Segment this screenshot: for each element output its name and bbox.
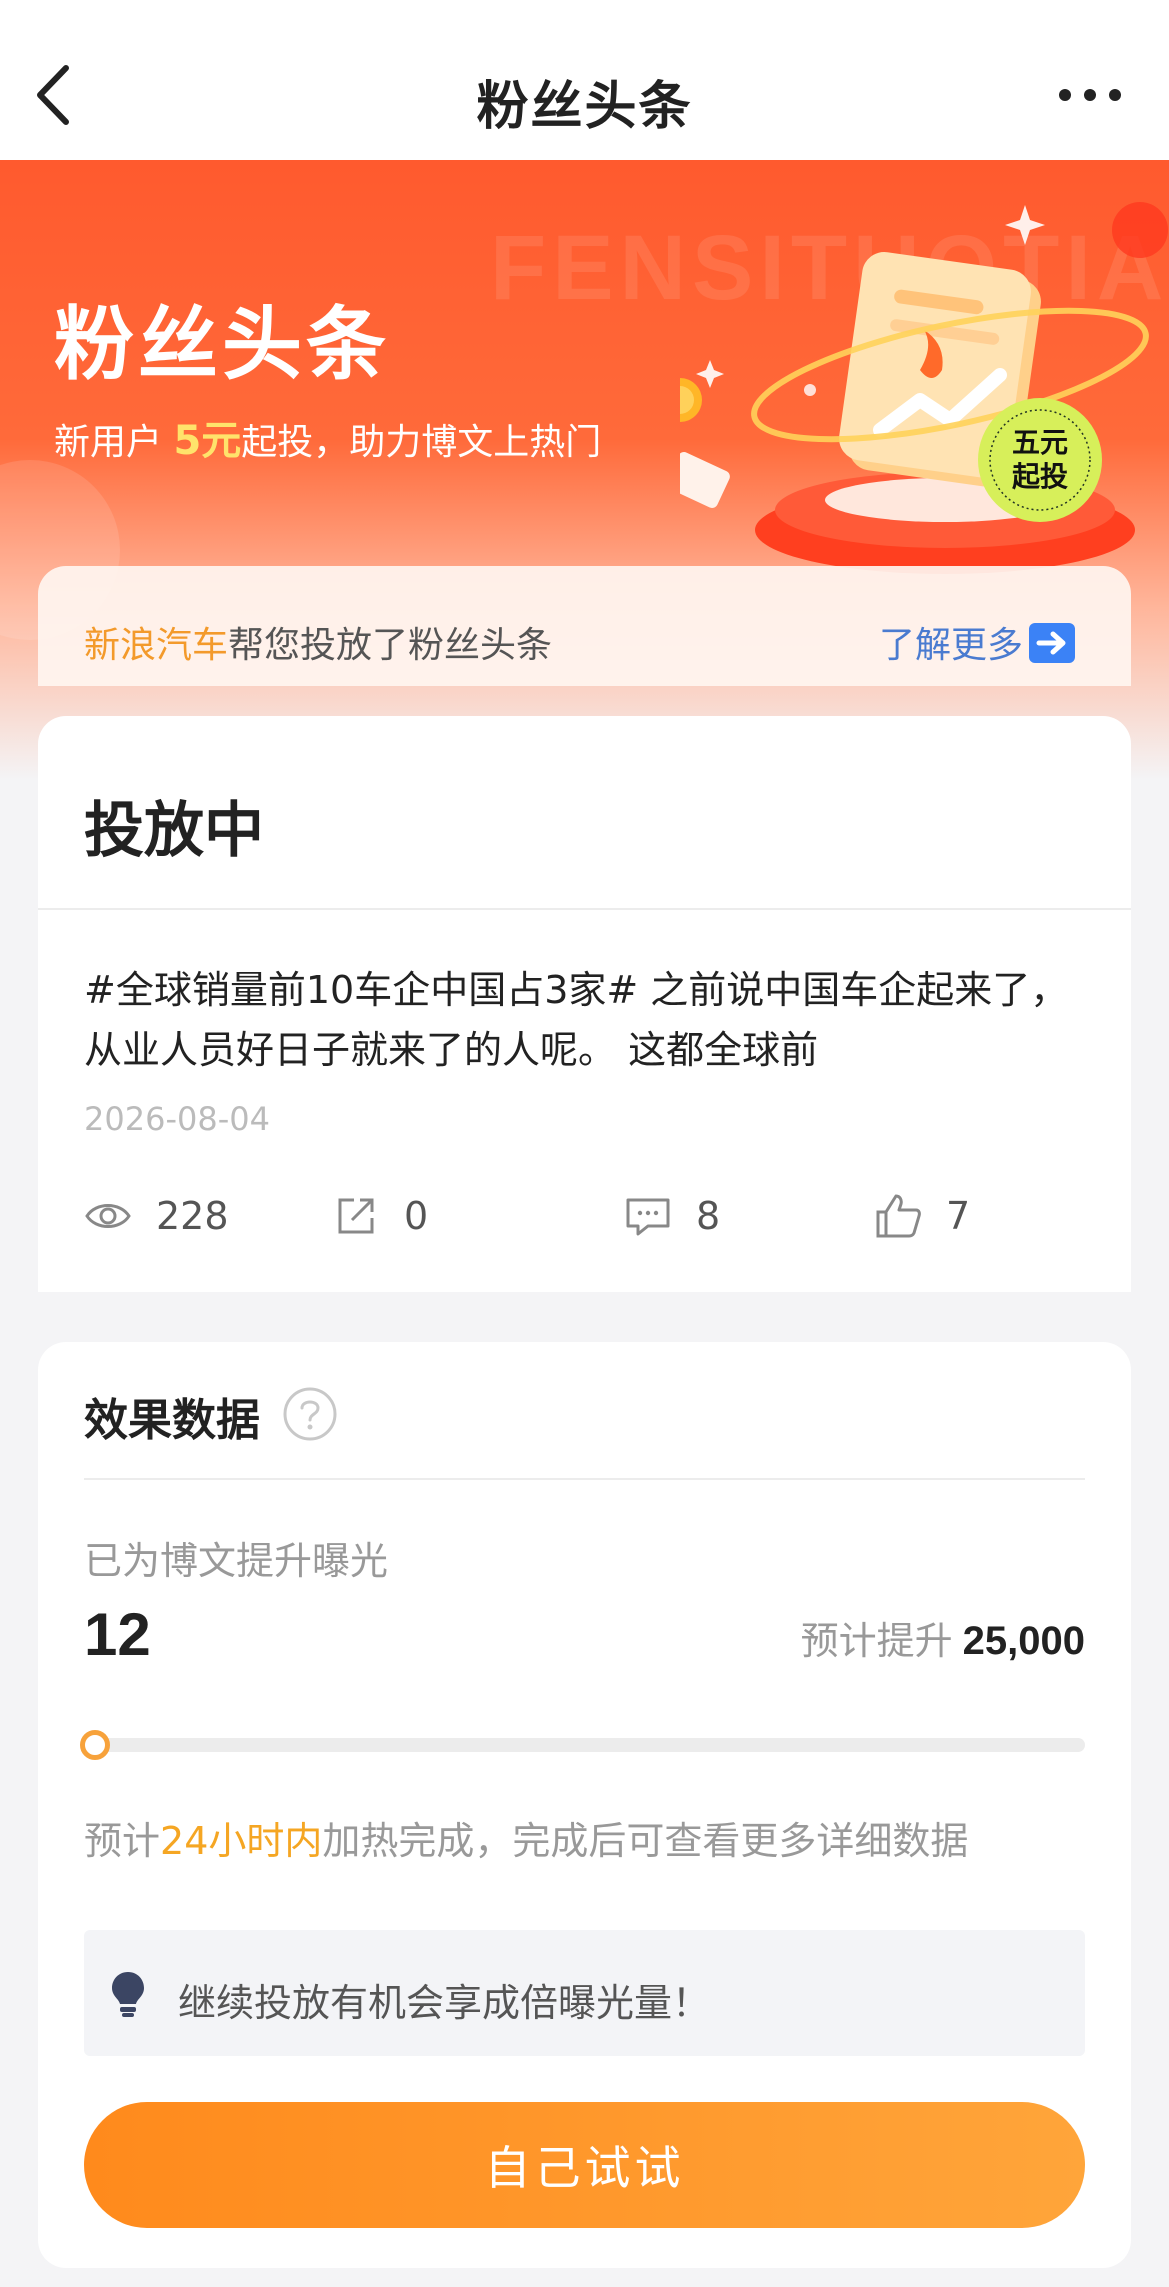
heating-note-highlight: 24小时内	[160, 1819, 323, 1863]
estimate: 预计提升 25,000	[801, 1610, 1085, 1665]
learn-more-link[interactable]: 了解更多	[879, 616, 1075, 668]
post-date: 2026-08-04	[84, 1100, 270, 1138]
shares-stat: 0	[332, 1186, 428, 1246]
likes-count: 7	[946, 1194, 971, 1238]
eye-icon	[85, 1204, 131, 1228]
top-nav-bar: 粉丝头条	[0, 0, 1169, 160]
exposure-value: 12	[84, 1601, 151, 1668]
heating-note-prefix: 预计	[84, 1819, 161, 1863]
banner-subtitle-prefix: 新用户	[54, 422, 174, 463]
banner-subtitle-suffix: 起投，助力博文上热门	[241, 422, 602, 463]
sponsor-brand[interactable]: 新浪汽车	[84, 625, 228, 666]
lightbulb-icon	[112, 1972, 144, 2017]
tip-box: 继续投放有机会享成倍曝光量！	[84, 1930, 1085, 2056]
page-title: 粉丝头条	[476, 77, 693, 137]
sponsor-text: 新浪汽车帮您投放了粉丝头条	[84, 616, 552, 668]
badge-text-line2: 起投	[1012, 460, 1068, 493]
post-excerpt[interactable]: #全球销量前10车企中国占3家# 之前说中国车企起来了，从业人员好日子就来了的人…	[84, 960, 1094, 1080]
help-icon[interactable]	[282, 1386, 338, 1442]
campaign-status-card: 投放中 #全球销量前10车企中国占3家# 之前说中国车企起来了，从业人员好日子就…	[38, 716, 1131, 1292]
banner-subtitle: 新用户 5元起投，助力博文上热门	[54, 408, 601, 466]
views-count: 228	[156, 1194, 229, 1238]
estimate-value: 25,000	[962, 1619, 1085, 1663]
badge-text-line1: 五元	[1012, 426, 1068, 459]
share-icon	[338, 1198, 374, 1234]
estimate-label: 预计提升	[800, 1619, 953, 1663]
banner-illustration: 五元 起投	[680, 202, 1168, 574]
comments-stat: 8	[624, 1186, 720, 1246]
right-arrow-icon	[1029, 623, 1075, 663]
progress-knob	[80, 1730, 111, 1760]
heating-note-suffix: 加热完成，完成后可查看更多详细数据	[322, 1819, 969, 1863]
thumbs-up-icon	[876, 1194, 921, 1238]
comment-icon	[626, 1198, 670, 1236]
likes-stat: 7	[874, 1186, 970, 1246]
banner-title: 粉丝头条	[54, 298, 390, 391]
divider	[38, 908, 1131, 910]
learn-more-label: 了解更多	[878, 625, 1023, 666]
promo-banner: FENSITUOTIAO 粉丝头条 新用户 5元起投，助力博文上热门 五	[0, 160, 1169, 780]
shares-count: 0	[404, 1194, 429, 1238]
effect-data-card: 效果数据 已为博文提升曝光 12 预计提升 25,000 预计24小时内加热完成，…	[38, 1342, 1131, 2268]
effect-title: 效果数据	[84, 1395, 260, 1446]
sponsor-strip: 新浪汽车帮您投放了粉丝头条 了解更多	[38, 566, 1131, 686]
sponsor-message: 帮您投放了粉丝头条	[228, 625, 553, 666]
status-title: 投放中	[84, 796, 264, 866]
divider	[84, 1478, 1085, 1480]
exposure-label: 已为博文提升曝光	[84, 1539, 389, 1583]
exposure-progress-bar	[80, 1730, 1085, 1760]
views-stat: 228	[84, 1186, 229, 1246]
comments-count: 8	[696, 1194, 721, 1238]
try-it-button[interactable]: 自己试试	[84, 2102, 1085, 2228]
tip-text: 继续投放有机会享成倍曝光量！	[178, 1981, 711, 2025]
heating-note: 预计24小时内加热完成，完成后可查看更多详细数据	[84, 1810, 968, 1865]
banner-subtitle-highlight: 5元	[173, 418, 242, 464]
post-stats: 228 0 8 7	[84, 1186, 1094, 1246]
more-dots-icon[interactable]	[1055, 84, 1125, 106]
